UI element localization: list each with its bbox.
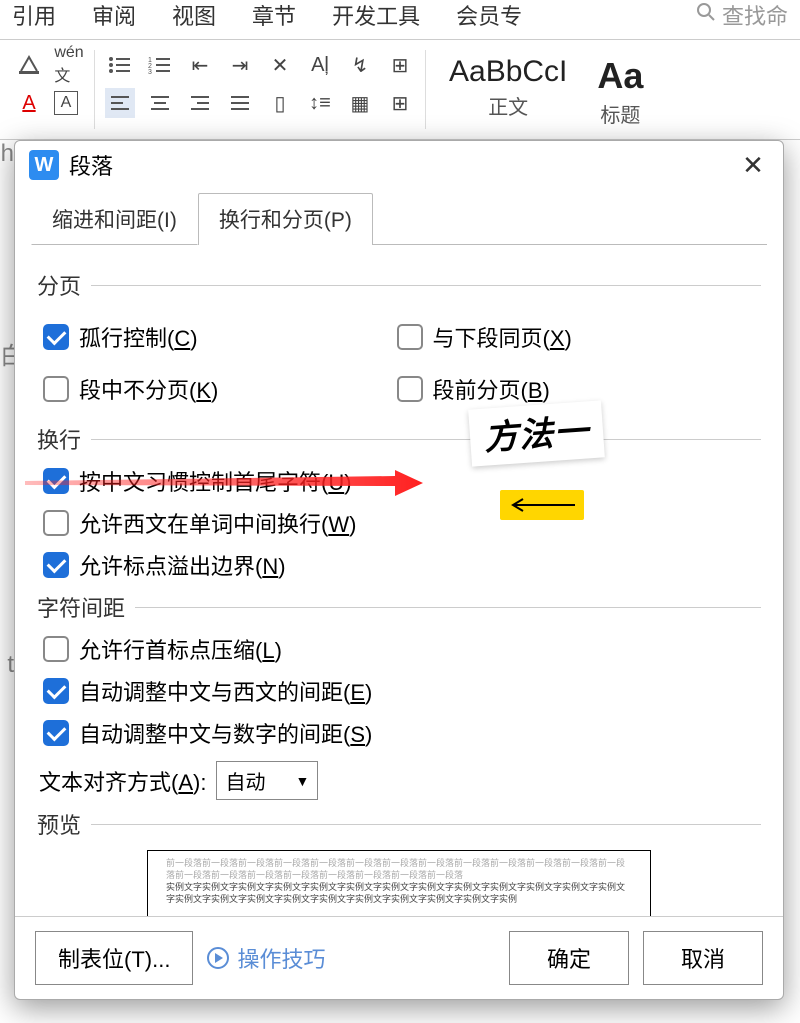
checkbox-latin-word-wrap[interactable]	[43, 510, 69, 536]
annotation-text: 方法一	[482, 403, 590, 459]
align-right-icon[interactable]	[185, 88, 215, 118]
bullet-list-icon[interactable]	[105, 50, 135, 80]
menu-vip[interactable]: 会员专	[456, 0, 522, 31]
label-keep-together: 段中不分页(K)	[79, 373, 218, 405]
checkbox-cjk-digit-spacing[interactable]	[43, 720, 69, 746]
checkbox-cjk-first-last[interactable]	[43, 468, 69, 494]
svg-text:3: 3	[148, 69, 152, 75]
ribbon-menu: 引用 审阅 视图 章节 开发工具 会员专 查找命	[0, 0, 800, 40]
paragraph-dialog: W 段落 ✕ 缩进和间距(I) 换行和分页(P) 分页 孤行控制(C) 与下段同…	[14, 140, 784, 1000]
label-keep-with-next: 与下段同页(X)	[433, 321, 572, 353]
toolbar: wén文 A A 123 ⇤ ⇥ ✕ Aļ ↯ ⊞ ▯ ↕≡ ▦ ⊞	[0, 40, 800, 140]
style-label: 正文	[449, 91, 567, 120]
checkbox-page-break-before[interactable]	[397, 376, 423, 402]
borders-icon[interactable]: ⊞	[385, 88, 415, 118]
ok-button[interactable]: 确定	[509, 931, 629, 985]
checkbox-hanging-punctuation[interactable]	[43, 552, 69, 578]
distribute-icon[interactable]: ▯	[265, 88, 295, 118]
menu-dev[interactable]: 开发工具	[332, 0, 420, 31]
label-latin-word-wrap: 允许西文在单词中间换行(W)	[79, 507, 356, 539]
label-page-break-before: 段前分页(B)	[433, 373, 550, 405]
dialog-tabs: 缩进和间距(I) 换行和分页(P)	[15, 189, 783, 245]
dialog-footer: 制表位(T)... 操作技巧 确定 取消	[15, 916, 783, 999]
section-preview: 预览	[37, 808, 761, 840]
pinyin-icon[interactable]: wén文	[54, 50, 84, 80]
number-list-icon[interactable]: 123	[145, 50, 175, 80]
search-icon	[696, 2, 716, 28]
menu-review[interactable]: 审阅	[92, 0, 136, 31]
document-background: h白t	[0, 140, 14, 1020]
cancel-button[interactable]: 取消	[643, 931, 763, 985]
app-icon: W	[29, 150, 59, 180]
align-center-icon[interactable]	[145, 88, 175, 118]
section-line-break: 换行	[37, 423, 761, 455]
style-preview: Aa	[597, 55, 643, 97]
checkbox-cjk-latin-spacing[interactable]	[43, 678, 69, 704]
underline-icon[interactable]: A	[14, 88, 44, 118]
style-heading[interactable]: Aa 标题	[586, 50, 654, 133]
checkbox-compress-punct[interactable]	[43, 636, 69, 662]
replace-icon[interactable]: ⊞	[385, 50, 415, 80]
dialog-title-bar: W 段落 ✕	[15, 141, 783, 189]
line-spacing-icon[interactable]: ↕≡	[305, 88, 335, 118]
close-button[interactable]: ✕	[737, 150, 769, 181]
align-justify-icon[interactable]	[225, 88, 255, 118]
section-char-spacing: 字符间距	[37, 591, 761, 623]
section-pagination: 分页	[37, 269, 761, 301]
menu-ref[interactable]: 引用	[12, 0, 56, 31]
chevron-down-icon: ▼	[295, 773, 309, 789]
text-direction-icon[interactable]: Aļ	[305, 50, 335, 80]
dialog-title: 段落	[69, 149, 113, 181]
style-label: 标题	[597, 99, 643, 128]
style-normal[interactable]: AaBbCcI 正文	[438, 50, 578, 125]
label-compress-punct: 允许行首标点压缩(L)	[79, 633, 282, 665]
select-text-alignment[interactable]: 自动 ▼	[216, 761, 318, 800]
label-hanging-punctuation: 允许标点溢出边界(N)	[79, 549, 286, 581]
preview-box: 前一段落前一段落前一段落前一段落前一段落前一段落前一段落前一段落前一段落前一段落…	[147, 850, 651, 916]
label-cjk-first-last: 按中文习惯控制首尾字符(U)	[79, 465, 352, 497]
indent-right-icon[interactable]: ⇥	[225, 50, 255, 80]
shading-icon[interactable]: ▦	[345, 88, 375, 118]
tips-link[interactable]: 操作技巧	[207, 942, 325, 974]
menu-view[interactable]: 视图	[172, 0, 216, 31]
annotation-callout: 方法一	[468, 400, 605, 466]
clear-format-icon[interactable]: ✕	[265, 50, 295, 80]
dialog-body: 分页 孤行控制(C) 与下段同页(X) 段中不分页(K) 段前分页(B) 换行	[15, 245, 783, 916]
search-area[interactable]: 查找命	[696, 0, 788, 31]
label-cjk-digit-spacing: 自动调整中文与数字的间距(S)	[79, 717, 372, 749]
search-placeholder: 查找命	[722, 0, 788, 31]
label-widow-control: 孤行控制(C)	[79, 321, 198, 353]
menu-chapter[interactable]: 章节	[252, 0, 296, 31]
play-icon	[207, 947, 229, 969]
label-text-alignment: 文本对齐方式(A):	[39, 765, 206, 797]
tabs-button[interactable]: 制表位(T)...	[35, 931, 193, 985]
style-preview: AaBbCcI	[449, 55, 567, 89]
indent-left-icon[interactable]: ⇤	[185, 50, 215, 80]
annotation-arrow-yellow	[500, 490, 584, 520]
checkbox-widow-control[interactable]	[43, 324, 69, 350]
paint-icon[interactable]	[14, 50, 44, 80]
label-cjk-latin-spacing: 自动调整中文与西文的间距(E)	[79, 675, 372, 707]
tab-line-page-break[interactable]: 换行和分页(P)	[198, 193, 373, 245]
checkbox-keep-with-next[interactable]	[397, 324, 423, 350]
align-left-icon[interactable]	[105, 88, 135, 118]
convert-icon[interactable]: ↯	[345, 50, 375, 80]
tab-indent-spacing[interactable]: 缩进和间距(I)	[31, 193, 198, 245]
char-border-icon[interactable]: A	[54, 91, 78, 115]
checkbox-keep-together[interactable]	[43, 376, 69, 402]
